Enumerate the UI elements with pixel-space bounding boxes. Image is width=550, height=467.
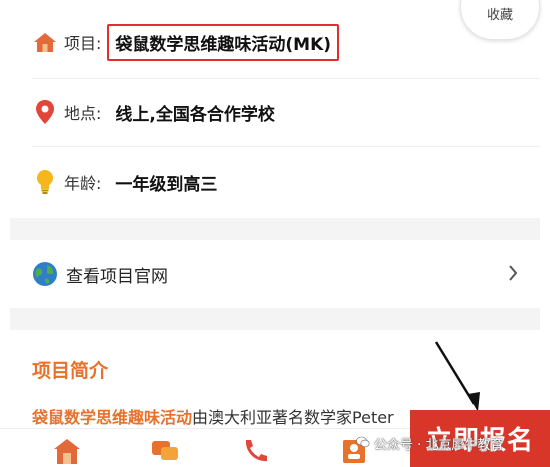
age-label: 年龄: — [64, 174, 102, 193]
section-gap — [10, 308, 540, 330]
location-pin-icon — [32, 99, 58, 125]
favorite-label: 收藏 — [486, 8, 513, 23]
favorite-button[interactable]: 收藏 — [460, 0, 540, 40]
intro-body: 由澳大利亚著名数学家Peter — [192, 408, 394, 427]
phone-icon[interactable] — [240, 437, 270, 465]
section-gap — [10, 218, 540, 240]
annotation-arrow — [434, 341, 480, 412]
project-label: 项目: — [64, 34, 102, 53]
watermark-text: 公众号 · 北京犀牛教育 — [374, 438, 504, 453]
globe-icon — [32, 261, 58, 287]
age-value: 一年级到高三 — [115, 174, 218, 195]
chevron-right-icon — [508, 264, 518, 286]
divider — [32, 146, 540, 147]
home-icon — [32, 29, 58, 55]
watermark: 公众号 · 北京犀牛教育 — [356, 434, 503, 453]
chat-icon[interactable] — [150, 437, 180, 465]
home-icon[interactable] — [52, 437, 82, 465]
wechat-icon — [356, 436, 370, 452]
divider — [32, 78, 540, 79]
location-value: 线上,全国各合作学校 — [115, 104, 275, 125]
official-website-link[interactable]: 查看项目官网 — [10, 240, 540, 308]
project-info-card: 项目: 袋鼠数学思维趣味活动(MK) 地点: 线上,全国各合作学校 年龄: 一年… — [10, 0, 540, 218]
project-value: 袋鼠数学思维趣味活动(MK) — [107, 23, 340, 61]
lightbulb-icon — [32, 169, 58, 195]
intro-highlight: 袋鼠数学思维趣味活动 — [32, 408, 193, 427]
intro-title: 项目简介 — [32, 360, 109, 382]
intro-text: 袋鼠数学思维趣味活动由澳大利亚著名数学家Peter — [32, 404, 394, 428]
age-row: 年龄: 一年级到高三 — [32, 162, 217, 202]
website-label: 查看项目官网 — [66, 266, 168, 287]
location-row: 地点: 线上,全国各合作学校 — [32, 92, 275, 132]
location-label: 地点: — [64, 104, 102, 123]
project-row: 项目: 袋鼠数学思维趣味活动(MK) — [32, 22, 340, 62]
